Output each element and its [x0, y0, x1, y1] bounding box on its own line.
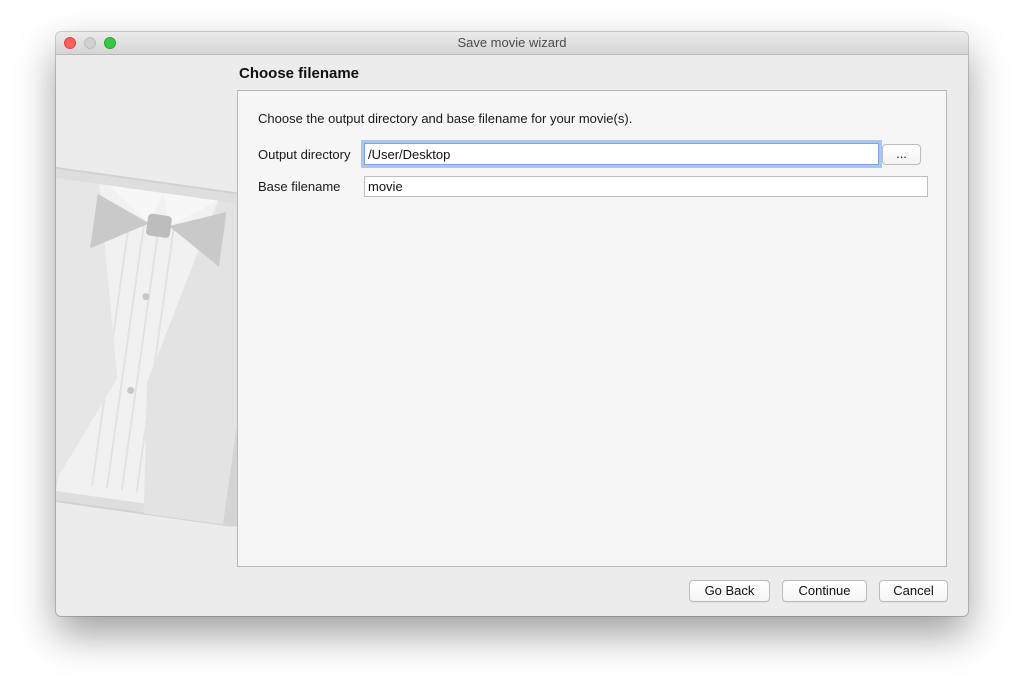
wizard-content-panel: Choose the output directory and base fil… — [237, 90, 947, 567]
continue-button[interactable]: Continue — [782, 580, 867, 602]
go-back-button[interactable]: Go Back — [689, 580, 770, 602]
page-title: Choose filename — [239, 65, 360, 82]
base-filename-label: Base filename — [258, 179, 341, 194]
cancel-button[interactable]: Cancel — [879, 580, 948, 602]
window-title: Save movie wizard — [457, 35, 567, 50]
output-directory-input[interactable] — [364, 143, 879, 165]
title-bar[interactable]: Save movie wizard — [56, 32, 968, 55]
base-filename-input[interactable] — [364, 176, 928, 197]
browse-directory-button[interactable]: ... — [882, 144, 921, 165]
save-movie-wizard-window: Save movie wizard Choose filename Choose… — [56, 32, 968, 616]
page-description: Choose the output directory and base fil… — [258, 111, 633, 126]
output-directory-label: Output directory — [258, 147, 351, 162]
